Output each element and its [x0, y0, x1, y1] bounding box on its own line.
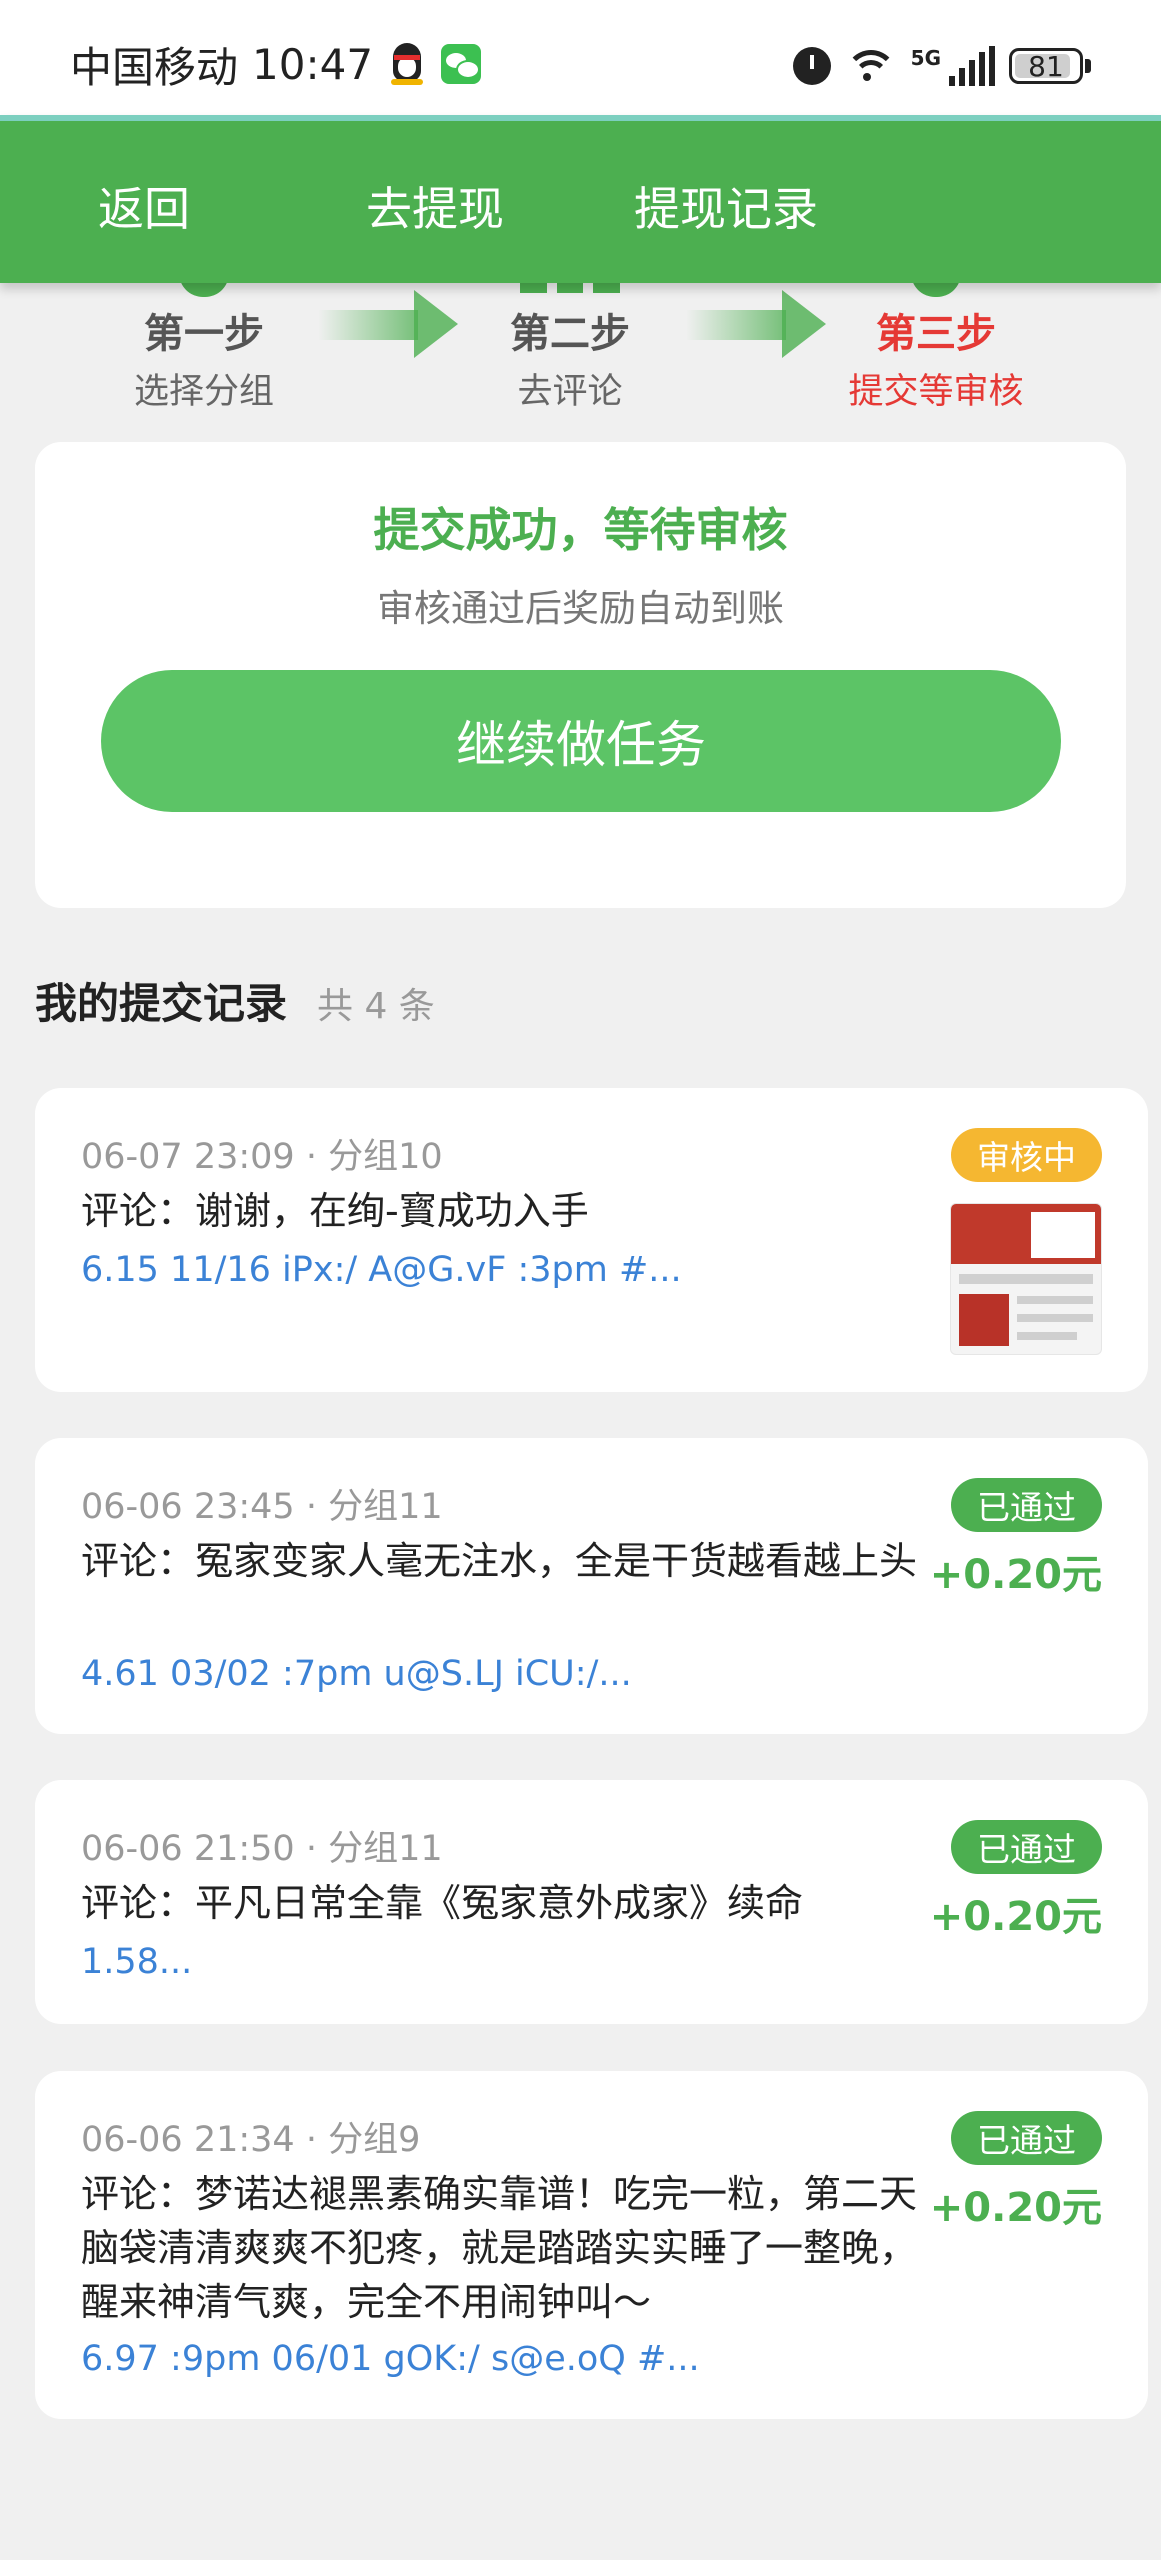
battery-level: 81 — [1028, 49, 1064, 83]
record-card[interactable]: 06-06 23:45 · 分组11 评论：冤家变家人毫无注水，全是干货越看越上… — [35, 1438, 1148, 1734]
submit-success-card: 提交成功，等待审核 审核通过后奖励自动到账 继续做任务 — [35, 442, 1126, 908]
status-badge: 已通过 — [951, 1820, 1102, 1874]
top-nav-bar: 返回 去提现 提现记录 — [0, 115, 1161, 283]
records-header: 我的提交记录 共 4 条 — [35, 970, 435, 1028]
record-card[interactable]: 06-06 21:34 · 分组9 评论：梦诺达褪黑素确实靠谱！吃完一粒，第二天… — [35, 2071, 1148, 2419]
record-meta: 06-06 21:50 · 分组11 — [81, 1829, 443, 1869]
status-badge: 审核中 — [951, 1128, 1102, 1182]
record-card[interactable]: 06-07 23:09 · 分组10 评论：谢谢，在绚-寳成功入手 6.15 1… — [35, 1088, 1148, 1392]
record-comment: 评论：冤家变家人毫无注水，全是干货越看越上头 — [81, 1539, 918, 1583]
record-link[interactable]: 6.15 11/16 iPx:/ A@G.vF :3pm #... — [81, 1250, 682, 1290]
record-meta: 06-07 23:09 · 分组10 — [81, 1137, 443, 1177]
signal-icon — [949, 46, 995, 86]
clock-time: 10:47 — [252, 39, 374, 89]
withdraw-link[interactable]: 去提现 — [366, 173, 504, 239]
step-two-marker — [520, 283, 621, 293]
status-left: 中国移动 10:47 — [70, 34, 482, 94]
records-count: 共 4 条 — [317, 986, 435, 1027]
record-comment: 评论：梦诺达褪黑素确实靠谱！吃完一粒，第二天脑袋清清爽爽不犯疼，就是踏踏实实睡了… — [81, 2172, 918, 2324]
status-badge: 已通过 — [951, 1478, 1102, 1532]
wechat-icon — [441, 44, 482, 84]
progress-steps: 第一步 选择分组 第二步 去评论 第三步 提交等审核 — [0, 273, 1161, 423]
step-one-title: 第一步 — [144, 311, 264, 357]
wifi-icon — [844, 46, 897, 86]
carrier-label: 中国移动 — [70, 42, 239, 92]
records-title: 我的提交记录 — [35, 979, 288, 1028]
qq-icon — [387, 41, 427, 87]
back-link[interactable]: 返回 — [98, 173, 190, 239]
success-subtitle: 审核通过后奖励自动到账 — [377, 587, 784, 630]
status-bar: 中国移动 10:47 5G 81 — [0, 0, 1161, 115]
record-link[interactable]: 1.58... — [81, 1942, 192, 1982]
screenshot-thumbnail[interactable] — [950, 1203, 1102, 1355]
record-meta: 06-06 23:45 · 分组11 — [81, 1487, 443, 1527]
step-two-label: 去评论 — [517, 372, 623, 412]
success-title: 提交成功，等待审核 — [373, 503, 788, 557]
record-meta: 06-06 21:34 · 分组9 — [81, 2120, 421, 2160]
reward-amount: +0.20元 — [929, 1894, 1102, 1940]
network-type-label: 5G — [910, 46, 941, 70]
step-one-label: 选择分组 — [133, 372, 274, 412]
record-link[interactable]: 4.61 03/02 :7pm u@S.LJ iCU:/... — [81, 1654, 632, 1694]
alarm-icon — [792, 47, 831, 85]
withdraw-records-link[interactable]: 提现记录 — [634, 173, 818, 239]
step-three-title: 第三步 — [876, 311, 996, 357]
step-two-title: 第二步 — [510, 311, 630, 357]
status-right: 5G 81 — [792, 38, 1091, 94]
status-badge: 已通过 — [951, 2111, 1102, 2165]
record-comment: 评论：平凡日常全靠《冤家意外成家》续命 — [81, 1881, 804, 1925]
record-comment: 评论：谢谢，在绚-寳成功入手 — [81, 1189, 589, 1233]
record-link[interactable]: 6.97 :9pm 06/01 gOK:/ s@e.oQ #... — [81, 2339, 700, 2379]
reward-amount: +0.20元 — [929, 2185, 1102, 2231]
record-card[interactable]: 06-06 21:50 · 分组11 评论：平凡日常全靠《冤家意外成家》续命 1… — [35, 1780, 1148, 2024]
reward-amount: +0.20元 — [929, 1552, 1102, 1598]
battery-icon: 81 — [1009, 48, 1083, 84]
battery-cap — [1085, 59, 1091, 73]
step-three-label: 提交等审核 — [848, 372, 1024, 412]
continue-task-button[interactable]: 继续做任务 — [101, 670, 1061, 812]
